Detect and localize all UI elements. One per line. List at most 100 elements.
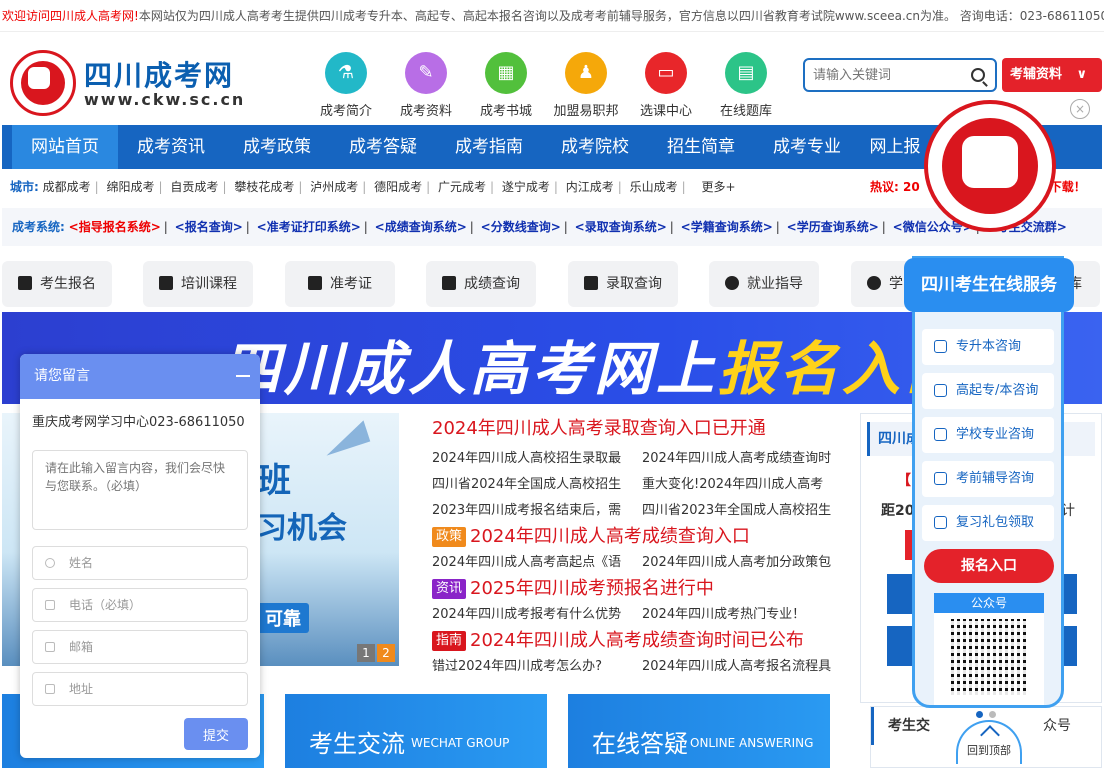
signup-entry-button[interactable]: 报名入口 bbox=[924, 549, 1054, 583]
city-link[interactable]: 内江成考 bbox=[566, 180, 614, 194]
nav-news[interactable]: 成考资讯 bbox=[118, 125, 224, 169]
news-item[interactable]: 2024年四川成人高考报名流程具 bbox=[642, 655, 831, 674]
nav-guide[interactable]: 成考指南 bbox=[436, 125, 542, 169]
logo-title: 四川成考网 bbox=[84, 59, 235, 92]
notice-text: 本网站仅为四川成人高考考生提供四川成考专升本、高起专、高起本报名咨询以及成考考前… bbox=[138, 9, 1104, 23]
nav-majors[interactable]: 成考专业 bbox=[754, 125, 860, 169]
nav-admission-guide[interactable]: 招生简章 bbox=[648, 125, 754, 169]
system-link[interactable]: <准考证打印系统> bbox=[257, 220, 361, 234]
back-to-top-button[interactable]: 回到顶部 bbox=[956, 720, 1022, 764]
submit-button[interactable]: 提交 bbox=[184, 718, 248, 750]
name-field[interactable]: 姓名 bbox=[32, 546, 248, 580]
news-item[interactable]: 2024年四川成考热门专业！ bbox=[642, 603, 805, 622]
city-label: 城市: bbox=[10, 180, 39, 194]
service-option-gaoqi[interactable]: 高起专/本咨询 bbox=[922, 373, 1054, 409]
close-icon[interactable]: × bbox=[1070, 99, 1090, 119]
nav-home[interactable]: 网站首页 bbox=[12, 125, 118, 169]
service-option-upgrade[interactable]: 专升本咨询 bbox=[922, 329, 1054, 365]
nav-icon-course-center[interactable]: ▭ 选课中心 bbox=[631, 52, 701, 119]
news-item[interactable]: 2024年四川成人高校招生录取最 bbox=[432, 447, 621, 466]
address-field[interactable]: 地址 bbox=[32, 672, 248, 706]
nav-icon-intro[interactable]: ⚗ 成考简介 bbox=[311, 52, 381, 119]
fudao-materials-button[interactable]: 考辅资料 ∨ bbox=[1002, 58, 1102, 92]
news-item[interactable]: 2024年四川成人高考加分政策包 bbox=[642, 551, 831, 570]
city-link[interactable]: 自贡成考 bbox=[170, 180, 218, 194]
slide-text-1: 班 bbox=[257, 461, 291, 501]
message-widget-title: 请您留言 bbox=[20, 354, 260, 399]
contact-phone: 重庆成考网学习中心023-68611050 bbox=[32, 415, 245, 430]
email-field[interactable]: 邮箱 bbox=[32, 630, 248, 664]
nav-icon-bookstore[interactable]: ▦ 成考书城 bbox=[471, 52, 541, 119]
news-item[interactable]: 2024年四川成考报考有什么优势 bbox=[432, 603, 621, 622]
news-tag-info: 资讯 bbox=[432, 579, 467, 599]
news-item[interactable]: 2024年四川成人高考高起点《语 bbox=[432, 551, 621, 570]
monitor-icon: ▭ bbox=[645, 52, 687, 94]
news-section-head: 资讯 2025年四川成考预报名进行中 bbox=[432, 574, 714, 600]
news-item[interactable]: 四川省2023年全国成人高校招生 bbox=[642, 499, 831, 518]
nav-icon-materials[interactable]: ✎ 成考资料 bbox=[391, 52, 461, 119]
news-headline[interactable]: 2024年四川成人高考录取查询入口已开通 bbox=[432, 414, 766, 440]
slide-page-1[interactable]: 1 bbox=[357, 644, 375, 662]
emblem-badge-icon bbox=[924, 100, 1056, 232]
nav-online-signup[interactable]: 网上报 bbox=[860, 125, 930, 169]
site-logo[interactable]: 四川成考网 www.ckw.sc.cn bbox=[10, 50, 250, 116]
systems-label: 成考系统: bbox=[12, 220, 65, 234]
system-link[interactable]: <录取查询系统> bbox=[575, 220, 667, 234]
news-item[interactable]: 2023年四川成考报名结束后，需 bbox=[432, 499, 621, 518]
system-link[interactable]: <学历查询系统> bbox=[787, 220, 879, 234]
news-section-head: 政策 2024年四川成人高考成绩查询入口 bbox=[432, 522, 750, 548]
message-content-input[interactable] bbox=[32, 450, 248, 530]
city-link[interactable]: 泸州成考 bbox=[310, 180, 358, 194]
nav-colleges[interactable]: 成考院校 bbox=[542, 125, 648, 169]
slide-page-2[interactable]: 2 bbox=[377, 644, 395, 662]
service-option-review-pack[interactable]: 复习礼包领取 bbox=[922, 505, 1054, 541]
city-link[interactable]: 广元成考 bbox=[438, 180, 486, 194]
phone-field[interactable]: 电话（必填） bbox=[32, 588, 248, 622]
city-link[interactable]: 成都成考 bbox=[43, 180, 91, 194]
system-link[interactable]: <学籍查询系统> bbox=[681, 220, 773, 234]
search-icon[interactable] bbox=[971, 68, 985, 82]
quick-signup-button[interactable]: 考生报名 bbox=[2, 261, 112, 307]
quick-score-query-button[interactable]: 成绩查询 bbox=[426, 261, 536, 307]
city-link[interactable]: 绵阳成考 bbox=[107, 180, 155, 194]
news-item[interactable]: 错过2024年四川成考怎么办? bbox=[432, 655, 602, 674]
banner-title-white: 四川成人高考网上 bbox=[222, 335, 719, 403]
system-link[interactable]: <报名查询> bbox=[175, 220, 243, 234]
pen-icon bbox=[18, 276, 32, 290]
city-link[interactable]: 攀枝花成考 bbox=[234, 180, 294, 194]
quick-courses-button[interactable]: 培训课程 bbox=[143, 261, 253, 307]
nav-icon-question-bank[interactable]: ▤ 在线题库 bbox=[711, 52, 781, 119]
city-more-link[interactable]: 更多+ bbox=[702, 180, 736, 194]
welcome-text: 欢迎访问四川成人高考网! bbox=[2, 9, 139, 23]
search-input[interactable] bbox=[813, 60, 963, 90]
quick-admission-ticket-button[interactable]: 准考证 bbox=[285, 261, 395, 307]
systems-row: 成考系统: <指导报名系统> | <报名查询> | <准考证打印系统> | <成绩查询… bbox=[2, 208, 1102, 246]
news-item[interactable]: 重大变化!2024年四川成人高考 bbox=[642, 473, 823, 492]
search-circle-icon bbox=[867, 276, 881, 290]
nav-qa[interactable]: 成考答疑 bbox=[330, 125, 436, 169]
system-link[interactable]: <分数线查询> bbox=[481, 220, 561, 234]
building-icon: ▦ bbox=[485, 52, 527, 94]
plus-square-icon bbox=[934, 340, 947, 353]
compass-icon bbox=[725, 276, 739, 290]
nav-policy[interactable]: 成考政策 bbox=[224, 125, 330, 169]
city-link[interactable]: 德阳成考 bbox=[374, 180, 422, 194]
service-option-tutoring[interactable]: 考前辅导咨询 bbox=[922, 461, 1054, 497]
service-option-school[interactable]: 学校专业咨询 bbox=[922, 417, 1054, 453]
nav-icon-franchise[interactable]: ♟ 加盟易职邦 bbox=[551, 52, 621, 119]
city-link[interactable]: 乐山成考 bbox=[630, 180, 678, 194]
phone-icon bbox=[45, 600, 55, 610]
news-item[interactable]: 2024年四川成人高考成绩查询时 bbox=[642, 447, 831, 466]
quick-study-button[interactable]: 学 bbox=[851, 261, 911, 307]
wechat-group-banner[interactable]: 考生交流 WECHAT GROUP bbox=[285, 694, 547, 768]
news-item[interactable]: 四川省2024年全国成人高校招生 bbox=[432, 473, 621, 492]
system-link[interactable]: <指导报名系统> bbox=[69, 220, 161, 234]
news-tag-guide: 指南 bbox=[432, 631, 467, 651]
flask-icon: ⚗ bbox=[325, 52, 367, 94]
minimize-icon[interactable] bbox=[236, 375, 250, 377]
quick-career-button[interactable]: 就业指导 bbox=[709, 261, 819, 307]
quick-admit-query-button[interactable]: 录取查询 bbox=[568, 261, 678, 307]
city-link[interactable]: 遂宁成考 bbox=[502, 180, 550, 194]
online-answering-banner[interactable]: 在线答疑 ONLINE ANSWERING bbox=[568, 694, 830, 768]
system-link[interactable]: <成绩查询系统> bbox=[375, 220, 467, 234]
